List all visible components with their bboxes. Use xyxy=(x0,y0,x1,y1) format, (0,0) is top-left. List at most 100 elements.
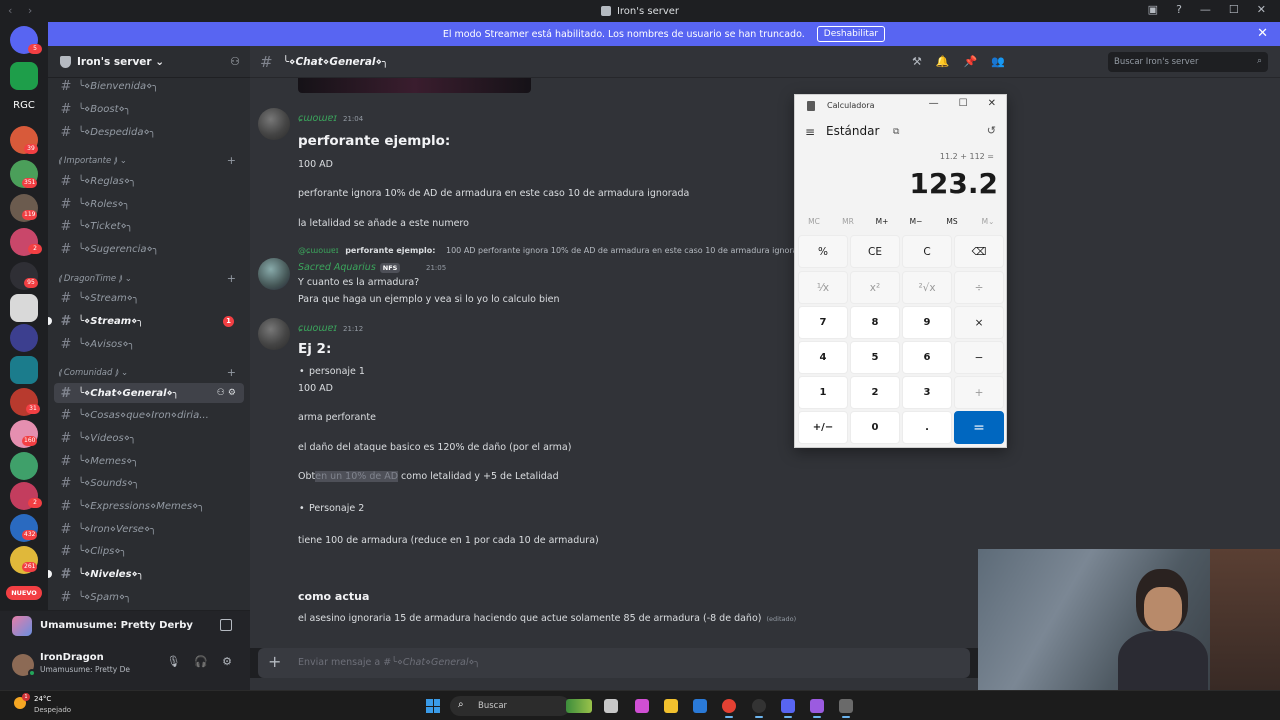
disable-streamer-button[interactable]: Deshabilitar xyxy=(816,26,886,42)
divide-button[interactable]: ÷ xyxy=(954,271,1004,304)
category-importante[interactable]: ⟬ Importante ⟭ ⌄ + xyxy=(58,154,244,170)
channel-item[interactable]: # ╰⋄Despedida⋄╮ xyxy=(54,122,244,142)
digit-7-button[interactable]: 7 xyxy=(798,306,848,339)
server-label-rgc[interactable]: RGC xyxy=(10,100,38,111)
equals-button[interactable]: = xyxy=(954,411,1004,444)
calculator-taskbar-icon[interactable] xyxy=(839,699,853,718)
server-header[interactable]: Iron's server ⌄ ⚇ xyxy=(48,46,250,78)
help-icon[interactable]: ? xyxy=(1176,3,1182,16)
server-icon[interactable] xyxy=(10,452,38,480)
server-icon[interactable] xyxy=(10,356,38,384)
channel-item[interactable]: # ╰⋄Ticket⋄╮ xyxy=(54,216,244,236)
maximize-icon[interactable]: ☐ xyxy=(1229,3,1239,16)
clear-entry-button[interactable]: CE xyxy=(850,235,900,268)
maximize-icon[interactable]: ☐ xyxy=(959,98,968,109)
server-icon[interactable] xyxy=(10,62,38,90)
digit-2-button[interactable]: 2 xyxy=(850,376,900,409)
store-icon[interactable] xyxy=(693,699,707,713)
taskbar-search[interactable]: ⌕ Buscar xyxy=(450,696,570,716)
add-channel-icon[interactable]: + xyxy=(227,154,236,167)
settings-gear-icon[interactable]: ⚙ xyxy=(222,655,232,668)
channel-item[interactable]: # ╰⋄Boost⋄╮ xyxy=(54,99,244,119)
channel-item[interactable]: # ╰⋄Clips⋄╮ xyxy=(54,541,244,561)
windows-start-icon[interactable] xyxy=(426,699,440,713)
close-icon[interactable]: ✕ xyxy=(1257,3,1266,16)
message-author[interactable]: ɕɯoɯɐɪ xyxy=(298,323,337,334)
channel-settings-icons[interactable]: ⚇ ⚙ xyxy=(217,388,236,398)
copilot-icon[interactable] xyxy=(635,699,649,713)
channel-item-unread[interactable]: # ╰⋄Stream⋄╮ 1 xyxy=(48,311,244,331)
memory-subtract-button[interactable]: M− xyxy=(899,217,933,226)
avatar[interactable] xyxy=(258,318,290,350)
headphones-icon[interactable]: 🎧 xyxy=(194,655,208,668)
decimal-button[interactable]: . xyxy=(902,411,952,444)
digit-3-button[interactable]: 3 xyxy=(902,376,952,409)
memory-store-button[interactable]: MS xyxy=(935,217,969,226)
channel-item[interactable]: # ╰⋄Spam⋄╮ xyxy=(54,587,244,607)
keep-on-top-icon[interactable]: ⧉ xyxy=(893,127,899,137)
digit-8-button[interactable]: 8 xyxy=(850,306,900,339)
avatar[interactable] xyxy=(258,258,290,290)
avatar[interactable] xyxy=(258,108,290,140)
discord-icon[interactable] xyxy=(781,699,795,718)
reply-reference[interactable]: @ɕɯoɯɐɪ perforante ejemplo: 100 AD perfo… xyxy=(298,246,808,255)
new-badge[interactable]: NUEVO xyxy=(6,586,42,600)
channel-item-unread[interactable]: # ╰⋄Niveles⋄╮ xyxy=(48,564,244,584)
close-icon[interactable]: ✕ xyxy=(988,98,996,109)
digit-4-button[interactable]: 4 xyxy=(798,341,848,374)
percent-button[interactable]: % xyxy=(798,235,848,268)
negate-button[interactable]: +/− xyxy=(798,411,848,444)
server-icon[interactable] xyxy=(10,294,38,322)
backspace-button[interactable]: ⌫ xyxy=(954,235,1004,268)
channel-item[interactable]: # ╰⋄Memes⋄╮ xyxy=(54,451,244,471)
channel-item[interactable]: # ╰⋄Iron⋄Verse⋄╮ xyxy=(54,519,244,539)
add-attachment-icon[interactable]: + xyxy=(268,652,281,671)
channel-item[interactable]: # ╰⋄Stream⋄╮ xyxy=(54,288,244,308)
category-comunidad[interactable]: ⟬ Comunidad ⟭ ⌄ + xyxy=(58,366,244,382)
add-channel-icon[interactable]: + xyxy=(227,272,236,285)
clear-button[interactable]: C xyxy=(902,235,952,268)
message-input[interactable]: + Enviar mensaje a #╰⋄Chat⋄General⋄╮ xyxy=(258,648,970,678)
add-button[interactable]: + xyxy=(954,376,1004,409)
inbox-icon[interactable]: ▣ xyxy=(1148,3,1158,16)
channel-item[interactable]: # ╰⋄Reglas⋄╮ xyxy=(54,171,244,191)
weather-temperature[interactable]: 24°C xyxy=(34,695,51,703)
channel-item-active[interactable]: # ╰⋄Chat⋄General⋄╮ ⚇ ⚙ xyxy=(54,383,244,403)
channel-item[interactable]: # ╰⋄Cosas⋄que⋄Iron⋄diria... xyxy=(54,405,244,425)
channel-item[interactable]: # ╰⋄Expressions⋄Memes⋄╮ xyxy=(54,496,244,516)
channel-item[interactable]: # ╰⋄Roles⋄╮ xyxy=(54,194,244,214)
digit-9-button[interactable]: 9 xyxy=(902,306,952,339)
message-author[interactable]: Sacred Aquarius NFS xyxy=(298,262,401,273)
memory-add-button[interactable]: M+ xyxy=(865,217,899,226)
add-channel-icon[interactable]: + xyxy=(227,366,236,379)
channel-item[interactable]: # ╰⋄Sugerencia⋄╮ xyxy=(54,239,244,259)
channel-item[interactable]: # ╰⋄Sounds⋄╮ xyxy=(54,473,244,493)
search-input[interactable]: Buscar Iron's server ⌕ xyxy=(1108,52,1268,72)
channel-item[interactable]: # ╰⋄Bienvenida⋄╮ xyxy=(54,76,244,96)
obs-icon[interactable] xyxy=(752,699,766,718)
nav-arrows[interactable]: ‹ › xyxy=(8,4,38,17)
memory-list-button[interactable]: M⌄ xyxy=(971,217,1005,226)
invite-icon[interactable]: ⚇ xyxy=(230,55,240,68)
subtract-button[interactable]: − xyxy=(954,341,1004,374)
image-attachment[interactable] xyxy=(298,78,531,93)
channel-item[interactable]: # ╰⋄Videos⋄╮ xyxy=(54,428,244,448)
channel-item[interactable]: # ╰⋄Avisos⋄╮ xyxy=(54,334,244,354)
digit-6-button[interactable]: 6 xyxy=(902,341,952,374)
multiply-button[interactable]: × xyxy=(954,306,1004,339)
notifications-bell-icon[interactable]: 🔔 xyxy=(936,55,950,68)
square-root-button[interactable]: ²√x xyxy=(902,271,952,304)
minimize-icon[interactable]: — xyxy=(929,98,939,109)
digit-0-button[interactable]: 0 xyxy=(850,411,900,444)
pin-icon[interactable]: 📌 xyxy=(964,55,978,68)
banner-close-icon[interactable]: ✕ xyxy=(1257,26,1268,41)
widgets-icon[interactable] xyxy=(566,699,592,713)
username[interactable]: IronDragon xyxy=(40,652,104,663)
microphone-icon[interactable]: 🎙 xyxy=(166,655,180,668)
app-icon[interactable] xyxy=(810,699,824,718)
minimize-icon[interactable]: — xyxy=(1200,3,1211,16)
memory-clear-button[interactable]: MC xyxy=(797,217,831,226)
threads-icon[interactable]: ⚒ xyxy=(912,55,922,68)
digit-1-button[interactable]: 1 xyxy=(798,376,848,409)
square-button[interactable]: x² xyxy=(850,271,900,304)
